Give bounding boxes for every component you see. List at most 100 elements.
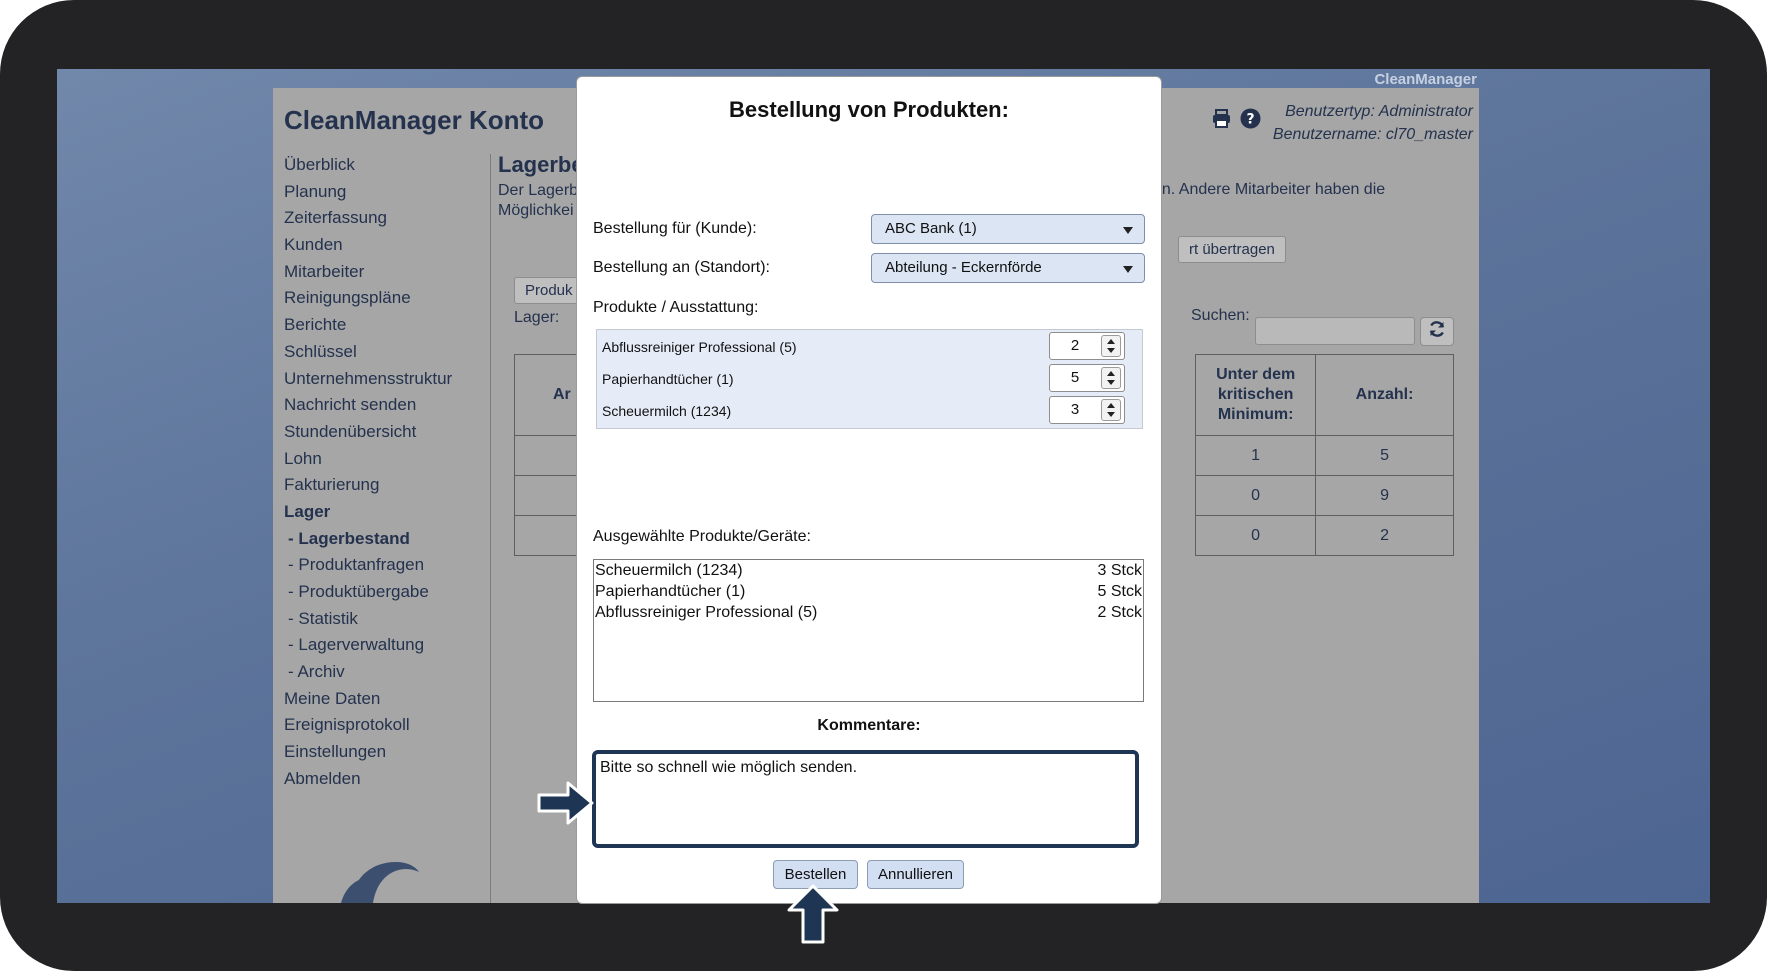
sidebar-item-stundenuebersicht[interactable]: Stundenübersicht — [284, 419, 479, 446]
chevron-up-icon[interactable] — [1107, 371, 1115, 376]
location-label: Bestellung an (Standort): — [593, 259, 770, 276]
cancel-button[interactable]: Annullieren — [867, 860, 964, 889]
sidebar-item-lagerverwaltung[interactable]: - Lagerverwaltung — [284, 632, 479, 659]
sidebar-item-statistik[interactable]: - Statistik — [284, 606, 479, 633]
dialog-title: Bestellung von Produkten: — [729, 97, 1009, 122]
page-description-line2: Möglichkei — [498, 202, 574, 219]
page-description: Der Lagerb Möglichkei — [498, 181, 588, 221]
spin-buttons[interactable] — [1101, 335, 1121, 357]
customer-label: Bestellung für (Kunde): — [593, 220, 757, 237]
header-icons: ? — [1211, 108, 1261, 129]
os-wordmark: CleanManager — [1374, 71, 1477, 88]
page-description-line1: Der Lagerb — [498, 182, 579, 199]
user-info: Benutzertyp: Administrator Benutzername:… — [1273, 100, 1473, 146]
help-icon[interactable]: ? — [1240, 108, 1261, 129]
sidebar-item-lagerbestand[interactable]: - Lagerbestand — [284, 526, 479, 553]
sidebar-divider — [490, 154, 491, 903]
sidebar-item-nachricht-senden[interactable]: Nachricht senden — [284, 392, 479, 419]
brand-logo-icon — [341, 858, 421, 903]
selected-item-qty: 5 Stck — [1097, 583, 1142, 600]
sidebar-item-produktanfragen[interactable]: - Produktanfragen — [284, 552, 479, 579]
sidebar-item-einstellungen[interactable]: Einstellungen — [284, 739, 479, 766]
chevron-down-icon — [1123, 266, 1133, 273]
sidebar-item-planung[interactable]: Planung — [284, 179, 479, 206]
location-select[interactable]: Abteilung - Eckernförde — [871, 253, 1145, 283]
sidebar-item-lager[interactable]: Lager — [284, 499, 479, 526]
page-title: Lagerbe — [498, 152, 584, 177]
sidebar-item-meine-daten[interactable]: Meine Daten — [284, 686, 479, 713]
chevron-down-icon[interactable] — [1107, 380, 1115, 385]
sidebar-item-mitarbeiter[interactable]: Mitarbeiter — [284, 259, 479, 286]
chevron-down-icon[interactable] — [1107, 412, 1115, 417]
chevron-up-icon[interactable] — [1107, 403, 1115, 408]
comments-label: Kommentare: — [817, 717, 921, 734]
quantity-stepper[interactable]: 3 — [1049, 396, 1125, 424]
product-row: Papierhandtücher (1) 5 — [597, 362, 1142, 394]
quantity-stepper[interactable]: 2 — [1049, 332, 1125, 360]
product-row: Abflussreiniger Professional (5) 2 — [597, 330, 1142, 362]
list-item: Papierhandtücher (1) 5 Stck — [595, 581, 1142, 602]
sidebar-item-lohn[interactable]: Lohn — [284, 446, 479, 473]
search-label: Suchen: — [1191, 307, 1250, 324]
sidebar-item-zeiterfassung[interactable]: Zeiterfassung — [284, 205, 479, 232]
products-list: Abflussreiniger Professional (5) 2 Papie… — [596, 329, 1143, 429]
sidebar-item-ueberblick[interactable]: Überblick — [284, 152, 479, 179]
table-cell-count: 5 — [1315, 435, 1454, 476]
app-title: CleanManager Konto — [284, 105, 545, 135]
sidebar-item-fakturierung[interactable]: Fakturierung — [284, 472, 479, 499]
selected-item-name: Papierhandtücher (1) — [595, 583, 746, 600]
product-button[interactable]: Produk — [514, 277, 584, 304]
table-cell-count: 9 — [1315, 475, 1454, 516]
spin-buttons[interactable] — [1101, 367, 1121, 389]
product-name: Papierhandtücher (1) — [602, 371, 734, 387]
selected-item-qty: 2 Stck — [1097, 604, 1142, 621]
sidebar: Überblick Planung Zeiterfassung Kunden M… — [284, 152, 479, 793]
order-dialog: Bestellung von Produkten: Bestellung für… — [576, 76, 1162, 904]
sidebar-item-schluessel[interactable]: Schlüssel — [284, 339, 479, 366]
chevron-down-icon — [1123, 227, 1133, 234]
user-name: Benutzername: cl70_master — [1272, 126, 1473, 143]
refresh-icon — [1428, 320, 1446, 343]
refresh-button[interactable] — [1420, 317, 1454, 346]
list-item: Scheuermilch (1234) 3 Stck — [595, 560, 1142, 581]
sidebar-item-ereignisprotokoll[interactable]: Ereignisprotokoll — [284, 712, 479, 739]
search-input[interactable] — [1255, 317, 1415, 345]
quantity-value[interactable]: 2 — [1050, 333, 1100, 359]
quantity-value[interactable]: 5 — [1050, 365, 1100, 391]
sidebar-item-abmelden[interactable]: Abmelden — [284, 766, 479, 793]
product-name: Scheuermilch (1234) — [602, 403, 732, 419]
transfer-button[interactable]: rt übertragen — [1178, 236, 1286, 263]
table-cell-count: 2 — [1315, 515, 1454, 556]
chevron-down-icon[interactable] — [1107, 348, 1115, 353]
selected-item-name: Abflussreiniger Professional (5) — [595, 604, 818, 621]
column-header-minimum: Unter dem kritischen Minimum: — [1195, 354, 1317, 436]
selected-label: Ausgewählte Produkte/Geräte: — [593, 528, 811, 545]
location-select-value: Abteilung - Eckernförde — [885, 259, 1042, 276]
spin-buttons[interactable] — [1101, 399, 1121, 421]
sidebar-item-unternehmensstruktur[interactable]: Unternehmensstruktur — [284, 366, 479, 393]
product-row: Scheuermilch (1234) 3 — [597, 394, 1142, 426]
table-cell-minimum: 1 — [1195, 435, 1317, 476]
products-label: Produkte / Ausstattung: — [593, 299, 759, 316]
svg-text:?: ? — [1246, 112, 1254, 128]
sidebar-item-produktuebergabe[interactable]: - Produktübergabe — [284, 579, 479, 606]
sidebar-item-kunden[interactable]: Kunden — [284, 232, 479, 259]
product-name: Abflussreiniger Professional (5) — [602, 339, 797, 355]
comment-textarea[interactable]: Bitte so schnell wie möglich senden. — [592, 750, 1139, 848]
quantity-value[interactable]: 3 — [1050, 397, 1100, 423]
customer-select[interactable]: ABC Bank (1) — [871, 214, 1145, 244]
sidebar-item-archiv[interactable]: - Archiv — [284, 659, 479, 686]
table-cell-minimum: 0 — [1195, 475, 1317, 516]
selected-item-qty: 3 Stck — [1097, 562, 1142, 579]
quantity-stepper[interactable]: 5 — [1049, 364, 1125, 392]
list-item: Abflussreiniger Professional (5) 2 Stck — [595, 602, 1142, 623]
sidebar-item-berichte[interactable]: Berichte — [284, 312, 479, 339]
chevron-up-icon[interactable] — [1107, 339, 1115, 344]
selected-products-list[interactable]: Scheuermilch (1234) 3 Stck Papierhandtüc… — [593, 559, 1144, 702]
printer-icon[interactable] — [1211, 108, 1232, 129]
page-description-right: en. Andere Mitarbeiter haben die — [1153, 181, 1386, 198]
arrow-right-icon — [536, 779, 596, 832]
customer-select-value: ABC Bank (1) — [885, 220, 977, 237]
sidebar-item-reinigungsplaene[interactable]: Reinigungspläne — [284, 285, 479, 312]
selected-item-name: Scheuermilch (1234) — [595, 562, 743, 579]
